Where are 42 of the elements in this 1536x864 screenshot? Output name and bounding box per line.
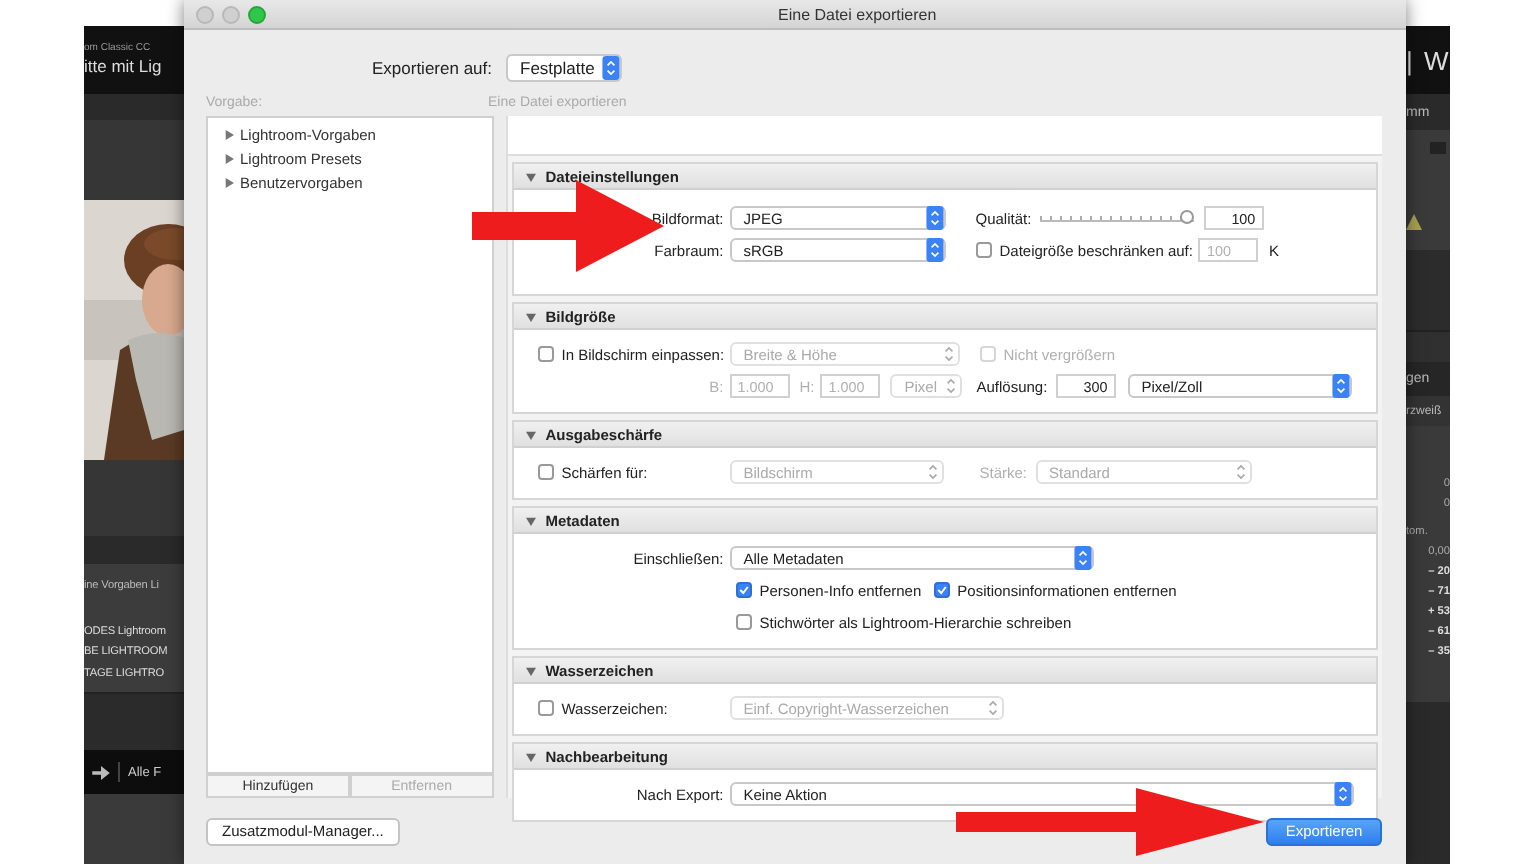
disclosure-triangle-icon (224, 129, 234, 139)
field-label: Exportieren auf: (369, 58, 492, 78)
stepper-icon (923, 460, 942, 484)
checkbox[interactable] (735, 582, 752, 598)
stepper-icon (925, 206, 944, 230)
dropdown[interactable]: Festplatte (506, 54, 622, 82)
stepper-icon (602, 56, 620, 80)
panel-header (84, 536, 184, 564)
disclosure-triangle-icon (224, 177, 234, 187)
close-icon[interactable] (196, 5, 214, 23)
stepper-icon (1231, 460, 1250, 484)
disclosure-triangle-icon (525, 311, 536, 321)
checkbox[interactable] (975, 242, 992, 258)
slider-thumb[interactable] (1179, 210, 1194, 224)
window-title: Eine Datei exportieren (778, 5, 937, 23)
panel-background (84, 460, 184, 536)
stepper-icon (1333, 782, 1352, 806)
checkbox[interactable] (735, 614, 752, 630)
stepper-icon (925, 238, 944, 262)
checkbox[interactable] (933, 582, 950, 598)
toolbar (84, 94, 184, 120)
disclosure-triangle-icon (224, 153, 234, 163)
disclosure-triangle-icon (525, 429, 536, 439)
minimize-icon[interactable] (222, 5, 240, 23)
disclosure-triangle-icon (525, 171, 536, 181)
toolbar (84, 692, 184, 750)
stepper-icon (942, 374, 961, 398)
panel-background (84, 794, 184, 864)
checkbox[interactable] (537, 346, 554, 362)
checkbox[interactable] (537, 464, 554, 480)
disclosure-triangle-icon (525, 751, 536, 761)
disclosure-triangle-icon (525, 515, 536, 525)
maximize-icon[interactable] (248, 5, 266, 23)
stepper-icon (1331, 374, 1350, 398)
panel-background (84, 120, 184, 200)
stepper-icon (939, 342, 958, 366)
arrow-right-icon[interactable] (92, 765, 110, 779)
disclosure-triangle-icon (525, 665, 536, 675)
app-title: itte mit Lig (84, 56, 164, 78)
stepper-icon (1073, 546, 1092, 570)
stepper-icon (983, 696, 1002, 720)
checkbox[interactable] (537, 700, 554, 716)
